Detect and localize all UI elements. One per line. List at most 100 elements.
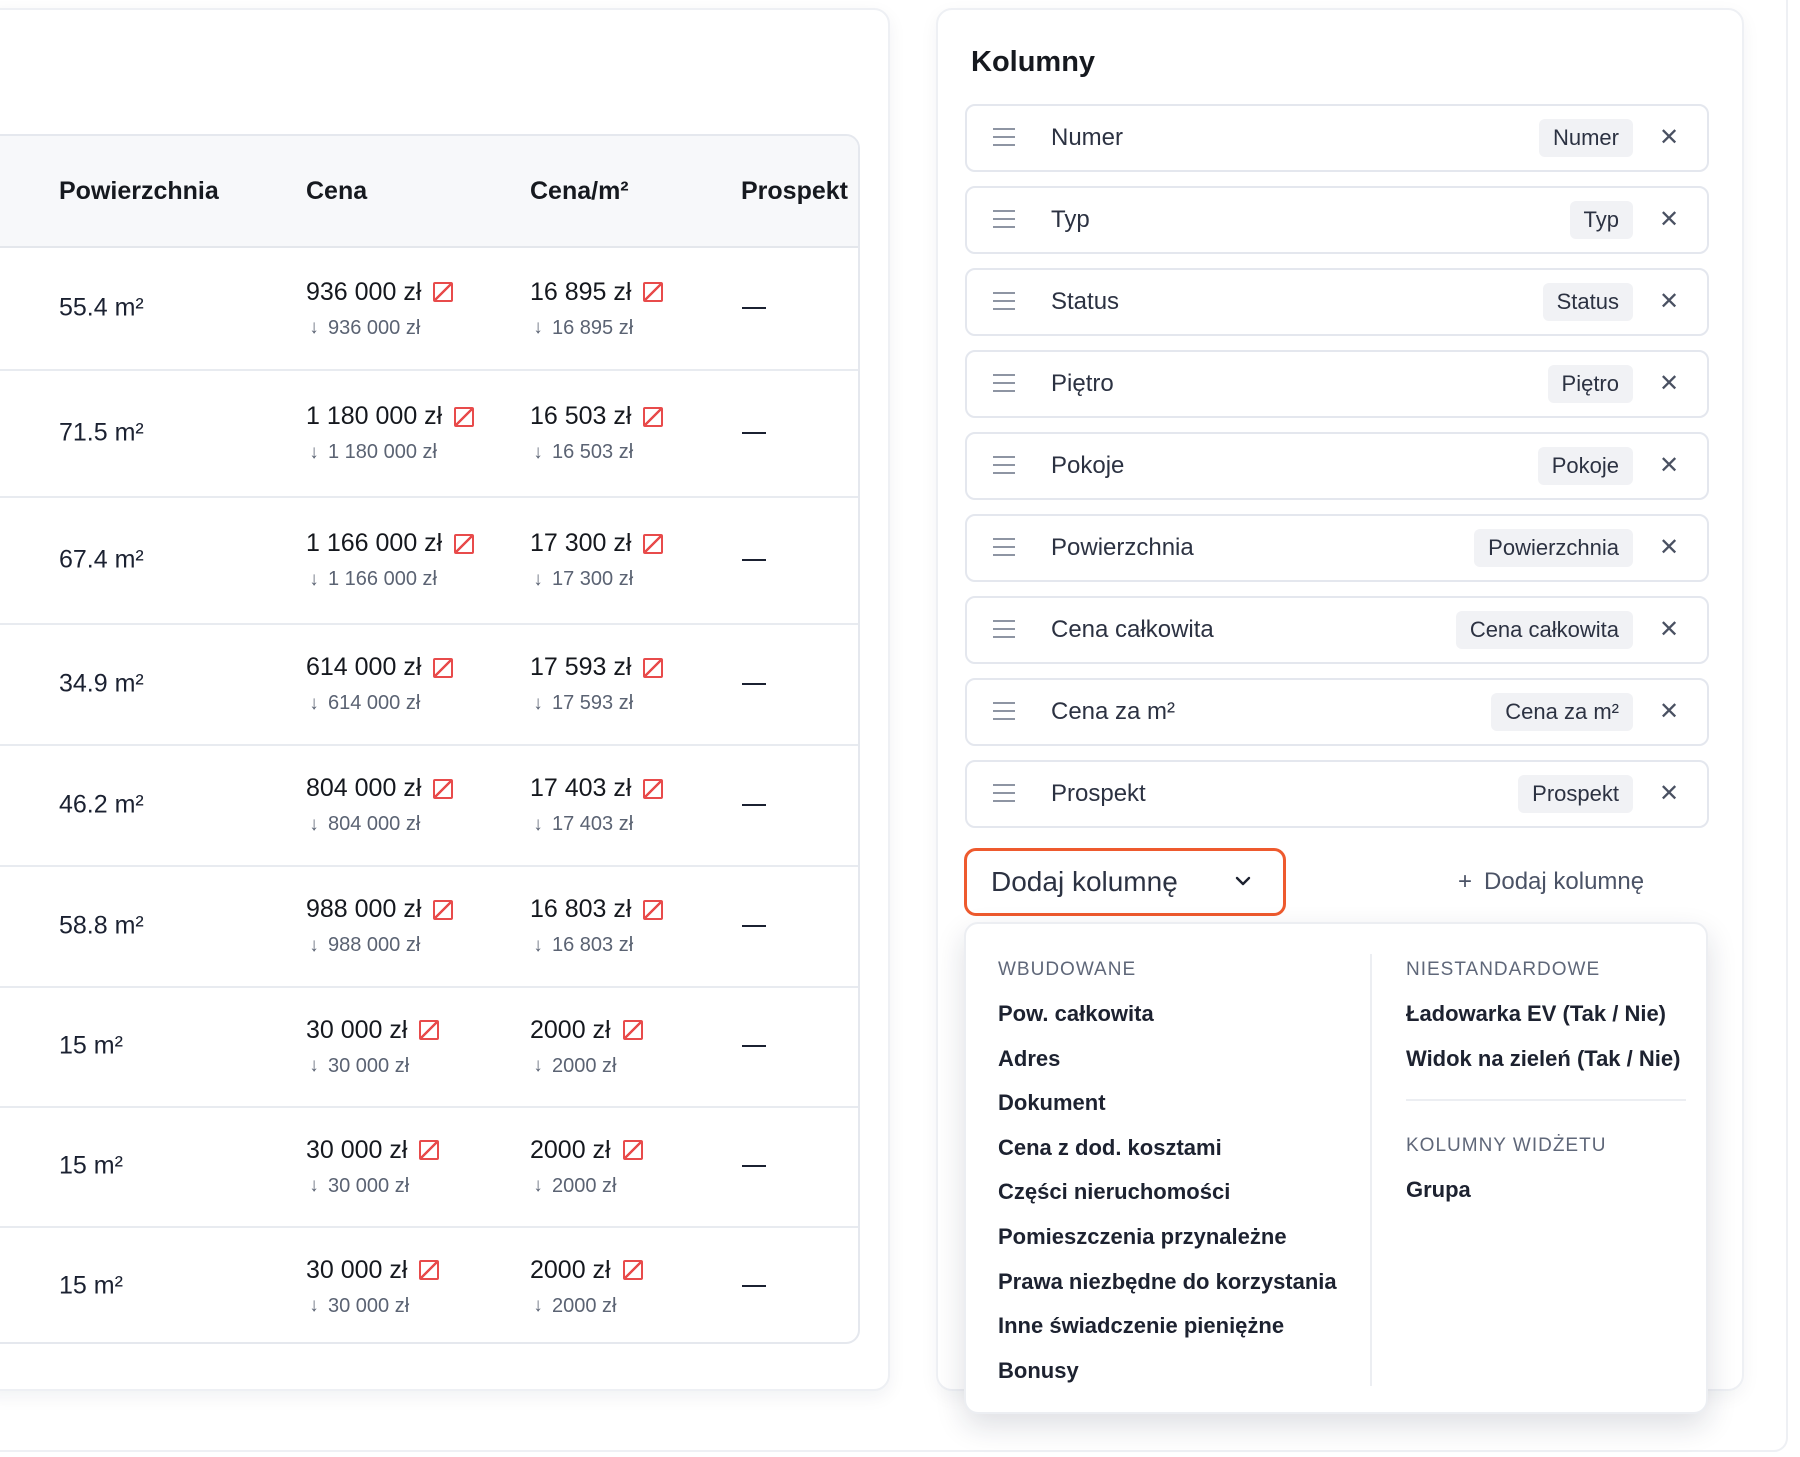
table-row: 71.5 m² 1 180 000 zł ↓ 1 180 000 zł 16 503 z…	[0, 369, 858, 498]
price-m2-previous: 16 803 zł	[552, 934, 634, 956]
drag-handle-icon[interactable]	[993, 784, 1015, 804]
close-icon[interactable]: ✕	[1653, 204, 1685, 236]
arrow-down-icon: ↓	[309, 1295, 319, 1316]
add-column-button[interactable]: + Dodaj kolumnę	[1458, 862, 1644, 902]
column-row[interactable]: Pokoje Pokoje ✕	[965, 432, 1709, 500]
drag-handle-icon[interactable]	[993, 128, 1015, 148]
builtin-column-option[interactable]: Bonusy	[998, 1355, 1079, 1387]
prospect-empty-dash	[742, 924, 766, 927]
close-icon[interactable]: ✕	[1653, 368, 1685, 400]
edit-icon[interactable]	[454, 533, 475, 554]
column-field-tag: Status	[1542, 283, 1633, 321]
edit-icon[interactable]	[454, 406, 475, 427]
prospect-empty-dash	[742, 682, 766, 685]
builtin-column-option[interactable]: Pomieszczenia przynależne	[998, 1221, 1287, 1253]
drag-handle-icon[interactable]	[993, 210, 1015, 230]
close-icon[interactable]: ✕	[1653, 450, 1685, 482]
price-cell: 804 000 zł ↓ 804 000 zł	[306, 772, 454, 838]
edit-icon[interactable]	[622, 1140, 643, 1160]
custom-column-option[interactable]: Ładowarka EV (Tak / Nie)	[1406, 998, 1666, 1030]
column-row[interactable]: Numer Numer ✕	[965, 104, 1709, 172]
edit-icon[interactable]	[419, 1020, 440, 1040]
column-row[interactable]: Powierzchnia Powierzchnia ✕	[965, 514, 1709, 582]
price-m2-previous: 17 300 zł	[552, 568, 634, 590]
edit-icon[interactable]	[433, 778, 454, 799]
edit-icon[interactable]	[419, 1140, 440, 1160]
edit-icon[interactable]	[643, 282, 664, 302]
drag-handle-icon[interactable]	[993, 538, 1015, 558]
price-m2-cell: 17 403 zł ↓ 17 403 zł	[530, 772, 664, 838]
price-m2-cell: 2000 zł ↓ 2000 zł	[530, 1013, 643, 1079]
drag-handle-icon[interactable]	[993, 374, 1015, 394]
price-m2-cell: 17 593 zł ↓ 17 593 zł	[530, 651, 664, 717]
builtin-column-option[interactable]: Prawa niezbędne do korzystania	[998, 1266, 1337, 1298]
column-row[interactable]: Piętro Piętro ✕	[965, 350, 1709, 418]
prospect-empty-dash	[742, 431, 766, 434]
price-previous: 30 000 zł	[328, 1054, 410, 1077]
column-row[interactable]: Cena za m² Cena za m² ✕	[965, 678, 1709, 746]
edit-icon[interactable]	[433, 899, 454, 920]
builtin-column-option[interactable]: Cena z dod. kosztami	[998, 1132, 1222, 1164]
builtin-column-option[interactable]: Adres	[998, 1043, 1060, 1075]
drag-handle-icon[interactable]	[993, 456, 1015, 476]
area-cell: 71.5 m²	[59, 418, 144, 446]
table-row: 15 m² 30 000 zł ↓ 30 000 zł 2000 zł ↓ 2000 zł	[0, 1226, 858, 1342]
close-icon[interactable]: ✕	[1653, 778, 1685, 810]
builtin-column-option[interactable]: Dokument	[998, 1087, 1106, 1119]
column-field-tag: Typ	[1569, 201, 1633, 239]
table-row: 67.4 m² 1 166 000 zł ↓ 1 166 000 zł 17 300 z…	[0, 496, 858, 625]
add-column-select[interactable]: Dodaj kolumnę	[964, 848, 1286, 916]
builtin-column-option[interactable]: Inne świadczenie pieniężne	[998, 1310, 1284, 1342]
arrow-down-icon: ↓	[533, 1055, 543, 1076]
edit-icon[interactable]	[643, 406, 664, 427]
dropdown-section-divider	[1406, 1099, 1686, 1101]
prospect-empty-dash	[742, 558, 766, 561]
header-area[interactable]: Powierzchnia	[59, 136, 219, 246]
dropdown-divider	[1370, 954, 1372, 1386]
arrow-down-icon: ↓	[533, 568, 543, 590]
column-row[interactable]: Cena całkowita Cena całkowita ✕	[965, 596, 1709, 664]
add-column-select-label: Dodaj kolumnę	[991, 866, 1178, 897]
area-cell: 15 m²	[59, 1151, 123, 1180]
edit-icon[interactable]	[643, 533, 664, 554]
price-m2-value: 16 503 zł	[530, 402, 632, 430]
table-header: Powierzchnia Cena Cena/m² Prospekt	[0, 136, 858, 248]
column-row[interactable]: Status Status ✕	[965, 268, 1709, 336]
close-icon[interactable]: ✕	[1653, 122, 1685, 154]
edit-icon[interactable]	[433, 282, 454, 302]
price-value: 936 000 zł	[306, 277, 422, 306]
header-prospect[interactable]: Prospekt	[741, 136, 848, 246]
drag-handle-icon[interactable]	[993, 702, 1015, 722]
edit-icon[interactable]	[643, 899, 664, 920]
area-cell: 58.8 m²	[59, 911, 144, 939]
close-icon[interactable]: ✕	[1653, 696, 1685, 728]
drag-handle-icon[interactable]	[993, 620, 1015, 640]
price-previous: 988 000 zł	[328, 934, 421, 956]
edit-icon[interactable]	[643, 778, 664, 799]
custom-column-option[interactable]: Widok na zieleń (Tak / Nie)	[1406, 1043, 1680, 1075]
close-icon[interactable]: ✕	[1653, 286, 1685, 318]
edit-icon[interactable]	[643, 657, 664, 678]
edit-icon[interactable]	[433, 657, 454, 678]
header-price-m2[interactable]: Cena/m²	[530, 136, 629, 246]
column-label: Powierzchnia	[1051, 534, 1194, 561]
edit-icon[interactable]	[622, 1260, 643, 1280]
price-m2-value: 17 593 zł	[530, 653, 632, 681]
edit-icon[interactable]	[419, 1260, 440, 1280]
drag-handle-icon[interactable]	[993, 292, 1015, 312]
table-row: 15 m² 30 000 zł ↓ 30 000 zł 2000 zł ↓ 2000 zł	[0, 1106, 858, 1228]
arrow-down-icon: ↓	[533, 317, 543, 338]
close-icon[interactable]: ✕	[1653, 532, 1685, 564]
builtin-column-option[interactable]: Części nieruchomości	[998, 1176, 1230, 1208]
column-row[interactable]: Typ Typ ✕	[965, 186, 1709, 254]
widget-column-option[interactable]: Grupa	[1406, 1174, 1471, 1206]
edit-icon[interactable]	[622, 1020, 643, 1040]
builtin-column-option[interactable]: Pow. całkowita	[998, 998, 1154, 1030]
close-icon[interactable]: ✕	[1653, 614, 1685, 646]
header-price[interactable]: Cena	[306, 136, 367, 246]
prospect-empty-dash	[742, 1045, 766, 1047]
add-column-dropdown: WBUDOWANE NIESTANDARDOWE KOLUMNY WIDŻETU…	[964, 922, 1708, 1414]
column-label: Pokoje	[1051, 452, 1125, 479]
column-row[interactable]: Prospekt Prospekt ✕	[965, 760, 1709, 828]
price-m2-cell: 16 803 zł ↓ 16 803 zł	[530, 893, 664, 959]
